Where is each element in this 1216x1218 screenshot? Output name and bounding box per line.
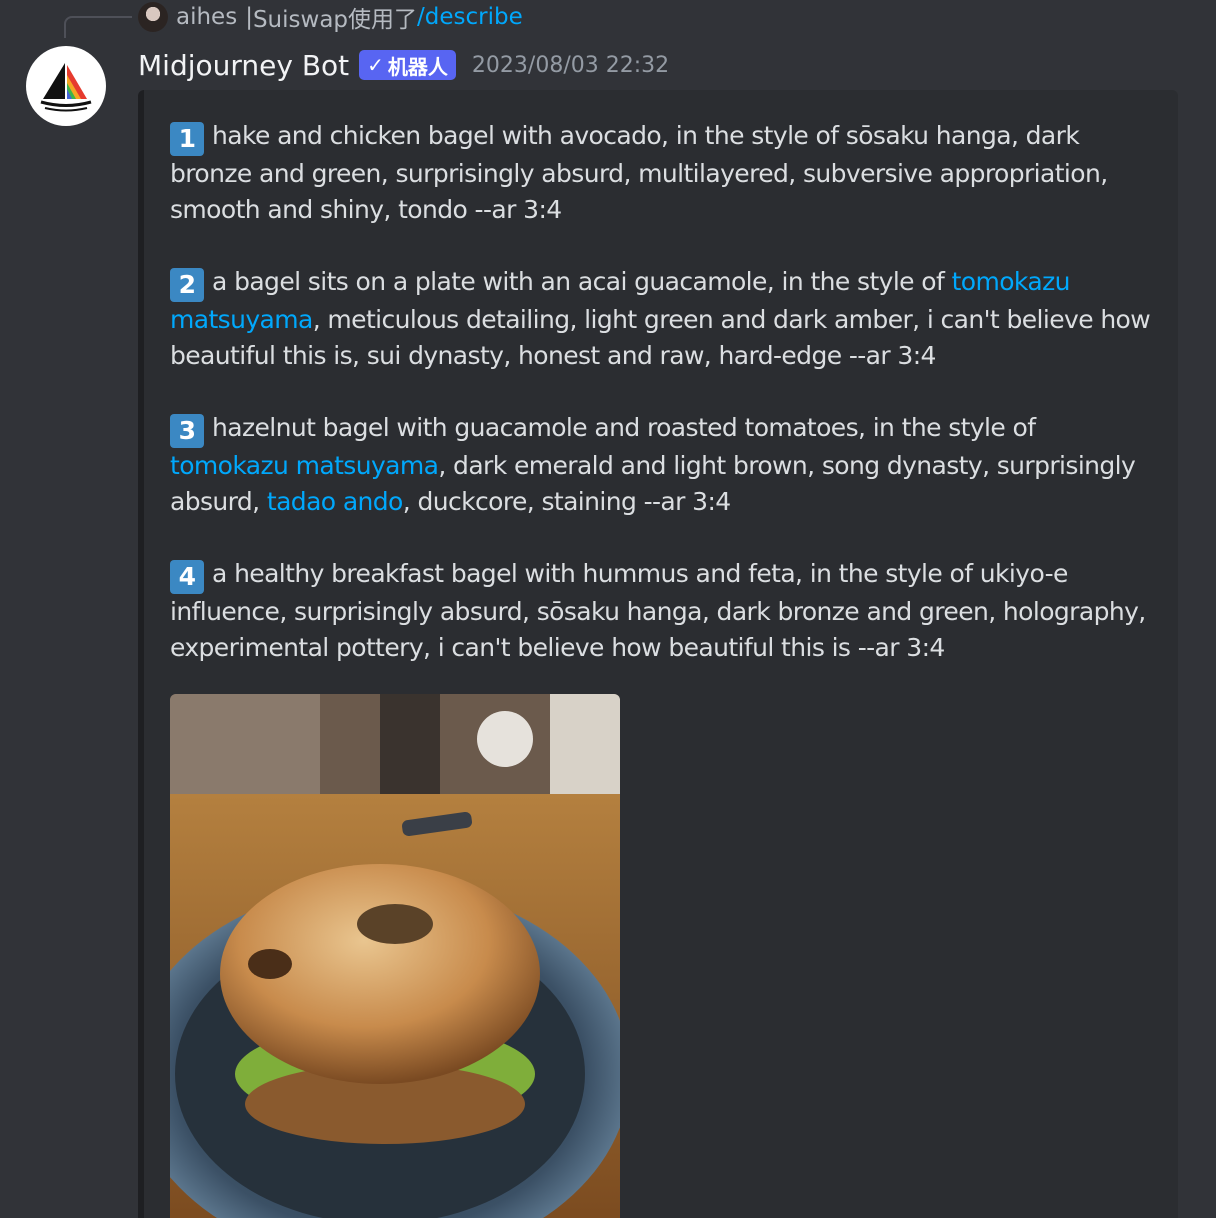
artist-link[interactable]: tadao ando (267, 487, 403, 516)
reply-spine (64, 16, 132, 38)
prompt-text: a healthy breakfast bagel with hummus an… (170, 559, 1146, 662)
prompt-option-4: 4a healthy breakfast bagel with hummus a… (170, 556, 1160, 666)
bot-badge: ✓ 机器人 (359, 50, 456, 80)
number-3-badge: 3 (170, 414, 204, 448)
bagel-photo-image (170, 694, 620, 1218)
reply-separator: | (245, 4, 253, 30)
bagel-photo[interactable] (170, 694, 620, 1218)
prompt-option-2: 2 a bagel sits on a plate with an acai gu… (170, 264, 1160, 374)
message-timestamp[interactable]: 2023/08/03 22:32 (472, 53, 669, 78)
artist-link[interactable]: tomokazu matsuyama (170, 451, 439, 480)
author-name[interactable]: Midjourney Bot (138, 49, 349, 82)
number-4-badge: 4 (170, 560, 204, 594)
reply-username[interactable]: aihes (176, 4, 237, 30)
prompt-option-3: 3 hazelnut bagel with guacamole and roast… (170, 410, 1160, 520)
prompt-text: hazelnut bagel with guacamole and roaste… (212, 413, 1036, 442)
prompt-text: hake and chicken bagel with avocado, in … (170, 121, 1108, 224)
discord-message-view: aihes | Suiswap使用了 /describe Midjourney … (0, 0, 1216, 1218)
prompt-text: a bagel sits on a plate with an acai gua… (212, 267, 952, 296)
reply-reference[interactable]: aihes | Suiswap使用了 /describe (138, 0, 523, 34)
reply-command[interactable]: /describe (417, 4, 523, 30)
prompt-option-1: 1 hake and chicken bagel with avocado, in… (170, 118, 1160, 228)
prompt-text: , duckcore, staining --ar 3:4 (402, 487, 731, 516)
embed-description: 1 hake and chicken bagel with avocado, in… (170, 118, 1160, 702)
bot-badge-label: 机器人 (387, 54, 448, 79)
number-1-badge: 1 (170, 122, 204, 156)
number-2-badge: 2 (170, 268, 204, 302)
reply-context: Suiswap使用了 (252, 7, 418, 33)
checkmark-icon: ✓ (367, 53, 384, 77)
bot-avatar[interactable] (26, 46, 106, 126)
midjourney-sailboat-icon (40, 63, 92, 112)
message-header: Midjourney Bot ✓ 机器人 2023/08/03 22:32 (138, 42, 669, 88)
describe-embed: 1 hake and chicken bagel with avocado, in… (138, 90, 1178, 1218)
reply-user-avatar[interactable] (138, 2, 168, 32)
prompt-text: , meticulous detailing, light green and … (170, 305, 1151, 370)
